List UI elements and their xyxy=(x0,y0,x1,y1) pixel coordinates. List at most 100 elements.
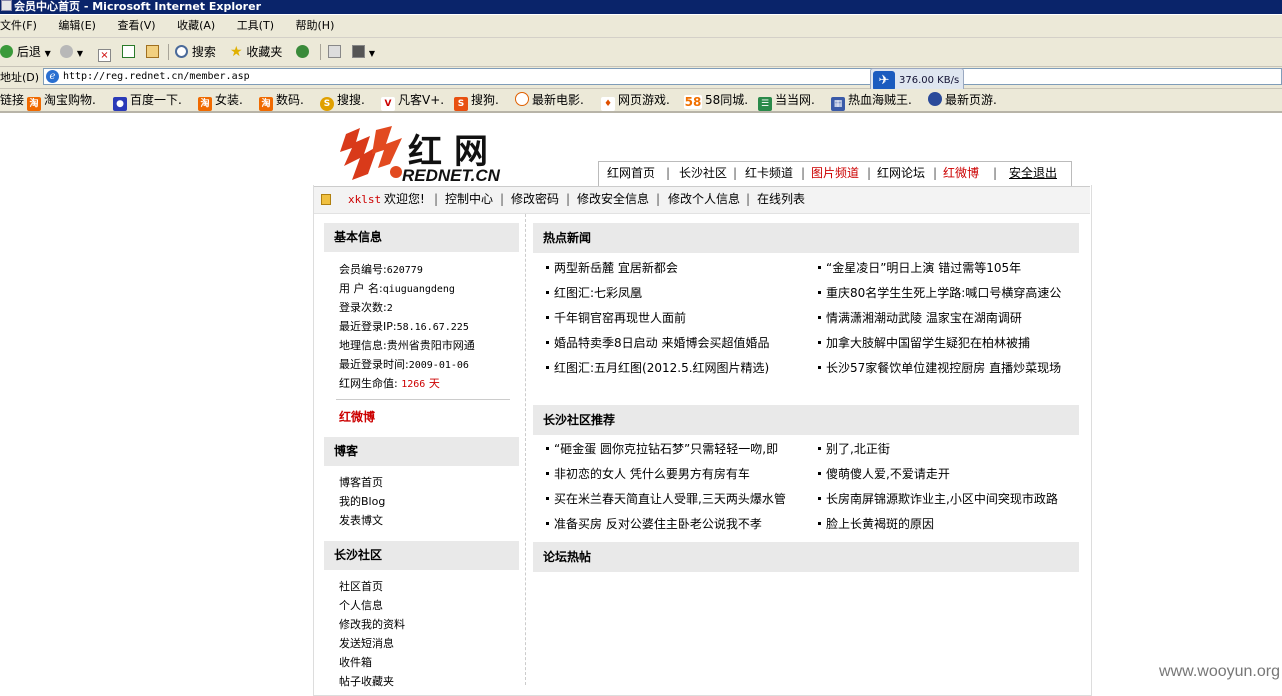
blog-home-link[interactable]: 博客首页 xyxy=(339,474,383,490)
news-item[interactable]: 重庆80名学生生死上学路:喊口号横穿高速公 xyxy=(818,284,1061,301)
watermark: www.wooyun.org xyxy=(1159,663,1280,680)
link-digital[interactable]: 淘数码. xyxy=(259,89,304,111)
menu-tools[interactable]: 工具(T) xyxy=(237,19,274,32)
edit-icon xyxy=(352,45,365,58)
edit-profile-link[interactable]: 修改我的资料 xyxy=(339,616,405,632)
history-button[interactable] xyxy=(296,38,309,66)
toolbar-separator xyxy=(320,44,321,60)
change-password-link[interactable]: 修改密码 xyxy=(511,187,559,212)
link-movies[interactable]: 最新电影. xyxy=(515,89,584,111)
news-item[interactable]: 两型新岳麓 宜居新都会 xyxy=(546,259,678,276)
link-onepiece[interactable]: ▦ 热血海贼王. xyxy=(831,89,912,111)
menu-help[interactable]: 帮助(H) xyxy=(296,19,335,32)
column-divider xyxy=(525,214,526,685)
rednet-logo[interactable]: 红网 REDNET.CN xyxy=(336,122,516,185)
rec-item[interactable]: 长房南屏锦源欺诈业主,小区中间突现市政路 xyxy=(818,490,1058,507)
inbox-link[interactable]: 收件箱 xyxy=(339,654,372,670)
my-blog-link[interactable]: 我的Blog xyxy=(339,493,385,509)
link-dangdang[interactable]: ☰ 当当网. xyxy=(758,89,815,111)
link-taobao[interactable]: 淘淘宝购物. xyxy=(27,89,96,111)
link-58[interactable]: 58 58同城. xyxy=(684,89,748,111)
rec-item[interactable]: 脸上长黄褐斑的原因 xyxy=(818,515,934,532)
chevron-down-icon: ▼ xyxy=(76,49,83,58)
personal-info-link[interactable]: 个人信息 xyxy=(339,597,383,613)
news-item[interactable]: 情满潇湘潮动武陵 温家宝在湖南调研 xyxy=(818,309,1022,326)
star-icon: ★ xyxy=(230,44,243,60)
print-button[interactable] xyxy=(328,38,341,66)
online-list-link[interactable]: 在线列表 xyxy=(757,187,805,212)
forum-hot-header: 论坛热帖 xyxy=(533,542,1079,572)
news-item[interactable]: 婚品特卖季8日启动 来婚博会买超值婚品 xyxy=(546,334,769,351)
forward-button[interactable]: ▼ xyxy=(60,38,83,68)
menu-bar: 文件(F) 编辑(E) 查看(V) 收藏(A) 工具(T) 帮助(H) xyxy=(0,15,1282,38)
send-message-link[interactable]: 发送短消息 xyxy=(339,635,394,651)
news-item[interactable]: 长沙57家餐饮单位建视控厨房 直播炒菜现场 xyxy=(818,359,1061,376)
nav-changsha-community[interactable]: 长沙社区 xyxy=(679,162,727,184)
nav-weibo[interactable]: 红微博 xyxy=(943,162,979,184)
rec-item[interactable]: 傻萌傻人爱,不爱请走开 xyxy=(818,465,950,482)
globe-icon xyxy=(928,92,942,106)
community-rec-header: 长沙社区推荐 xyxy=(533,405,1079,435)
rec-item[interactable]: 买在米兰春天简直让人受罪,三天两头爆水管 xyxy=(546,490,786,507)
username: xklst xyxy=(348,193,382,206)
post-blog-link[interactable]: 发表博文 xyxy=(339,512,383,528)
link-vancl[interactable]: V 凡客V+. xyxy=(381,89,444,111)
personal-info-link[interactable]: 修改个人信息 xyxy=(668,187,740,212)
sogou-icon: S xyxy=(454,97,468,111)
chevron-down-icon: ▼ xyxy=(368,49,375,58)
edit-button[interactable]: ▼ xyxy=(352,38,375,68)
taobao-icon: 淘 xyxy=(259,97,273,111)
weibo-link[interactable]: 红微博 xyxy=(339,408,375,425)
home-button[interactable] xyxy=(146,38,159,66)
window-title-bar: 会员中心首页 - Microsoft Internet Explorer xyxy=(0,0,1282,14)
community-header: 长沙社区 xyxy=(324,541,519,570)
last-login-time-row: 最近登录时间:2009-01-06 xyxy=(339,358,469,371)
nav-home[interactable]: 红网首页 xyxy=(607,162,655,184)
news-item[interactable]: 红图汇:七彩凤凰 xyxy=(546,284,642,301)
favorites-button[interactable]: ★ 收藏夹 xyxy=(230,38,282,66)
favorite-posts-link[interactable]: 帖子收藏夹 xyxy=(339,673,394,689)
news-item[interactable]: “金星凌日”明日上演 错过需等105年 xyxy=(818,259,1021,276)
link-web-games[interactable]: ♦ 网页游戏. xyxy=(601,89,670,111)
rec-item[interactable]: 非初恋的女人 凭什么要男方有房有车 xyxy=(546,465,750,482)
logout-link[interactable]: 安全退出 xyxy=(1009,162,1057,184)
search-button[interactable]: 搜索 xyxy=(175,38,216,66)
rec-item[interactable]: “砸金蛋 圆你克拉钻石梦”只需轻轻一吻,即 xyxy=(546,440,778,457)
news-item[interactable]: 加拿大肢解中国留学生疑犯在柏林被捕 xyxy=(818,334,1030,351)
login-count-row: 登录次数:2 xyxy=(339,301,393,314)
menu-favorites[interactable]: 收藏(A) xyxy=(177,19,215,32)
standard-toolbar: 后退 ▼ ▼ × 搜索 ★ 收藏夹 ▼ xyxy=(0,38,1282,67)
link-web-games-new[interactable]: 最新页游. xyxy=(928,89,997,111)
nav-forum[interactable]: 红网论坛 xyxy=(877,162,925,184)
link-women-clothing[interactable]: 淘女装. xyxy=(198,89,243,111)
window-title: 会员中心首页 - Microsoft Internet Explorer xyxy=(14,0,261,13)
menu-view[interactable]: 查看(V) xyxy=(117,19,155,32)
menu-edit[interactable]: 编辑(E) xyxy=(58,19,96,32)
top-nav: 红网首页 | 长沙社区 | 红卡频道 | 图片频道 | 红网论坛 | 红微博 |… xyxy=(598,161,1072,186)
nav-photo-channel[interactable]: 图片频道 xyxy=(811,162,859,184)
baidu-paw-icon: ● xyxy=(113,97,127,111)
news-item[interactable]: 千年铜官窑再现世人面前 xyxy=(546,309,686,326)
refresh-button[interactable] xyxy=(122,38,135,66)
rec-item[interactable]: 准备买房 反对公婆住主卧老公说我不孝 xyxy=(546,515,762,532)
plane-icon: ✈ xyxy=(873,71,895,91)
community-home-link[interactable]: 社区首页 xyxy=(339,578,383,594)
chevron-down-icon: ▼ xyxy=(44,49,51,58)
stop-button[interactable]: × xyxy=(98,38,111,66)
address-bar: 地址(D) e http://reg.rednet.cn/member.asp xyxy=(0,67,1282,89)
logo-domain: REDNET.CN xyxy=(402,166,500,185)
link-baidu[interactable]: ● 百度一下. xyxy=(113,89,182,111)
news-item[interactable]: 红图汇:五月红图(2012.5.红网图片精选) xyxy=(546,359,769,376)
menu-file[interactable]: 文件(F) xyxy=(0,19,37,32)
last-login-ip-row: 最近登录IP:58.16.67.225 xyxy=(339,320,469,333)
security-info-link[interactable]: 修改安全信息 xyxy=(577,187,649,212)
link-soso[interactable]: S 搜搜. xyxy=(320,89,365,111)
rec-item[interactable]: 别了,北正街 xyxy=(818,440,890,457)
control-center-link[interactable]: 控制中心 xyxy=(445,187,493,212)
back-button[interactable]: 后退 ▼ xyxy=(0,38,51,68)
address-url: http://reg.rednet.cn/member.asp xyxy=(63,71,250,82)
nav-card-channel[interactable]: 红卡频道 xyxy=(745,162,793,184)
link-sogou[interactable]: S 搜狗. xyxy=(454,89,499,111)
address-input[interactable]: e http://reg.rednet.cn/member.asp xyxy=(43,68,1282,85)
rednet-logo-mark-icon xyxy=(340,126,402,180)
